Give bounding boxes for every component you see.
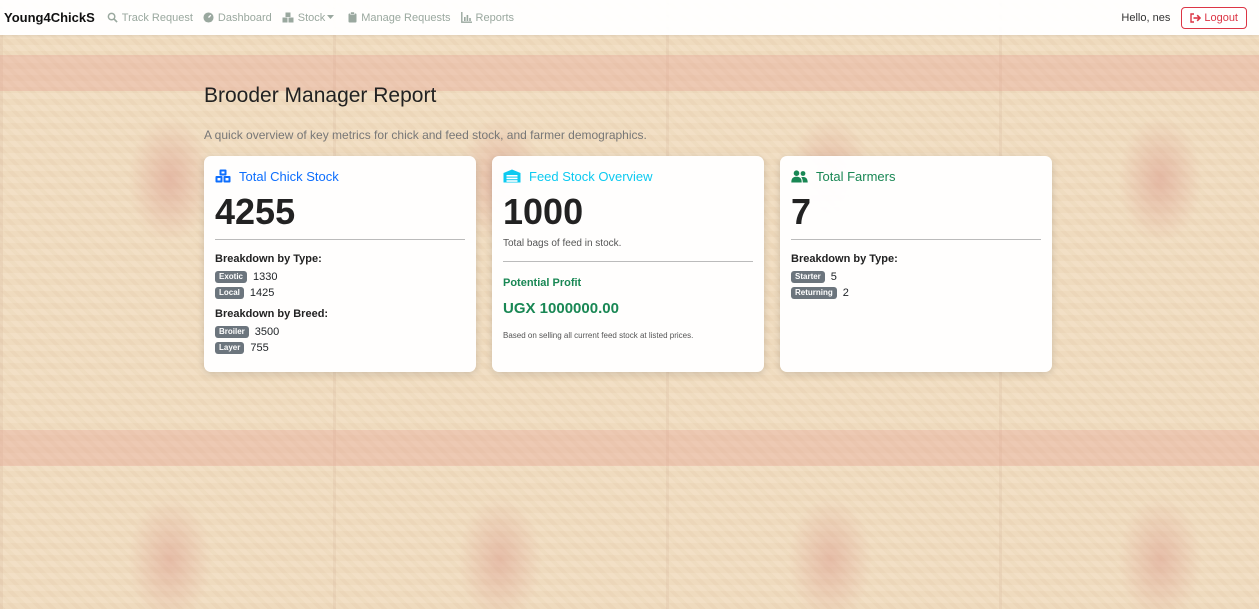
feed-stock-title: Feed Stock Overview: [529, 168, 653, 184]
user-greeting: Hello, nes: [1121, 11, 1171, 24]
dashboard-icon: [203, 12, 214, 23]
feed-stock-header: Feed Stock Overview: [503, 166, 753, 186]
chick-stock-card: Total Chick Stock 4255 Breakdown by Type…: [204, 156, 476, 372]
farmer-value-returning: 2: [842, 286, 849, 299]
users-icon: [791, 169, 808, 182]
farmer-badge-returning: Returning: [791, 286, 837, 299]
divider: [503, 261, 753, 262]
nav-manage-requests-label: Manage Requests: [361, 11, 451, 24]
logout-button[interactable]: Logout: [1181, 6, 1247, 29]
breed-badge-broiler: Broiler: [215, 325, 249, 338]
nav-stock-dropdown[interactable]: Stock: [282, 12, 339, 24]
nav-track-request-label: Track Request: [121, 11, 193, 24]
nav-track-request[interactable]: Track Request: [107, 12, 193, 24]
nav-manage-requests[interactable]: Manage Requests: [348, 11, 451, 24]
farmer-badge-starter: Starter: [791, 270, 825, 283]
cubes-icon: [215, 169, 231, 183]
farmers-header: Total Farmers: [791, 166, 1041, 186]
clipboard-icon: [348, 12, 357, 23]
type-badge-local: Local: [215, 286, 244, 299]
breed-value-broiler: 3500: [254, 325, 280, 338]
type-value-local: 1425: [249, 286, 275, 299]
list-item: Local 1425: [215, 286, 465, 299]
chick-stock-value: 4255: [215, 191, 296, 232]
breed-value-layer: 755: [250, 341, 269, 354]
farmers-title: Total Farmers: [816, 168, 896, 184]
boxes-icon: [282, 12, 294, 23]
divider: [791, 239, 1041, 240]
nav-dashboard-label: Dashboard: [217, 11, 272, 24]
page-title: Brooder Manager Report: [204, 84, 437, 107]
farmer-value-starter: 5: [830, 270, 837, 283]
chart-icon: [460, 12, 472, 23]
type-badge-exotic: Exotic: [215, 270, 248, 283]
list-item: Exotic 1330: [215, 270, 465, 283]
search-icon: [107, 12, 118, 23]
potential-profit-label: Potential Profit: [503, 277, 582, 289]
page-subtitle: A quick overview of key metrics for chic…: [204, 128, 647, 142]
list-item: Starter 5: [791, 270, 1041, 283]
feed-stock-value: 1000: [503, 191, 584, 232]
caret-down-icon: [327, 15, 335, 19]
breed-badge-layer: Layer: [215, 341, 245, 354]
nav-reports[interactable]: Reports: [460, 11, 515, 24]
feed-stock-card: Feed Stock Overview 1000 Total bags of f…: [492, 156, 764, 372]
chick-breed-breakdown-label: Breakdown by Breed:: [215, 308, 329, 320]
brand-logo[interactable]: Young4ChickS: [4, 10, 95, 25]
farmer-type-breakdown-label: Breakdown by Type:: [791, 253, 898, 265]
list-item: Layer 755: [215, 341, 465, 354]
navbar: Young4ChickS Track Request Dashboard Sto…: [0, 0, 1259, 35]
list-item: Returning 2: [791, 286, 1041, 299]
potential-profit-note: Based on selling all current feed stock …: [503, 331, 694, 340]
chick-stock-header: Total Chick Stock: [215, 166, 465, 186]
divider: [215, 239, 465, 240]
nav-stock-label: Stock: [297, 11, 326, 24]
farmers-card: Total Farmers 7 Breakdown by Type: Start…: [780, 156, 1052, 372]
farmers-value: 7: [791, 191, 812, 232]
nav-dashboard[interactable]: Dashboard: [203, 12, 272, 24]
potential-profit-value: UGX 1000000.00: [503, 300, 619, 317]
nav-reports-label: Reports: [475, 11, 515, 24]
list-item: Broiler 3500: [215, 325, 465, 338]
feed-stock-note: Total bags of feed in stock.: [503, 238, 622, 249]
logout-label: Logout: [1204, 11, 1238, 24]
chick-stock-title: Total Chick Stock: [239, 168, 339, 184]
sign-out-icon: [1190, 12, 1202, 23]
warehouse-icon: [503, 169, 521, 183]
chick-type-breakdown-label: Breakdown by Type:: [215, 253, 322, 265]
type-value-exotic: 1330: [253, 270, 278, 283]
